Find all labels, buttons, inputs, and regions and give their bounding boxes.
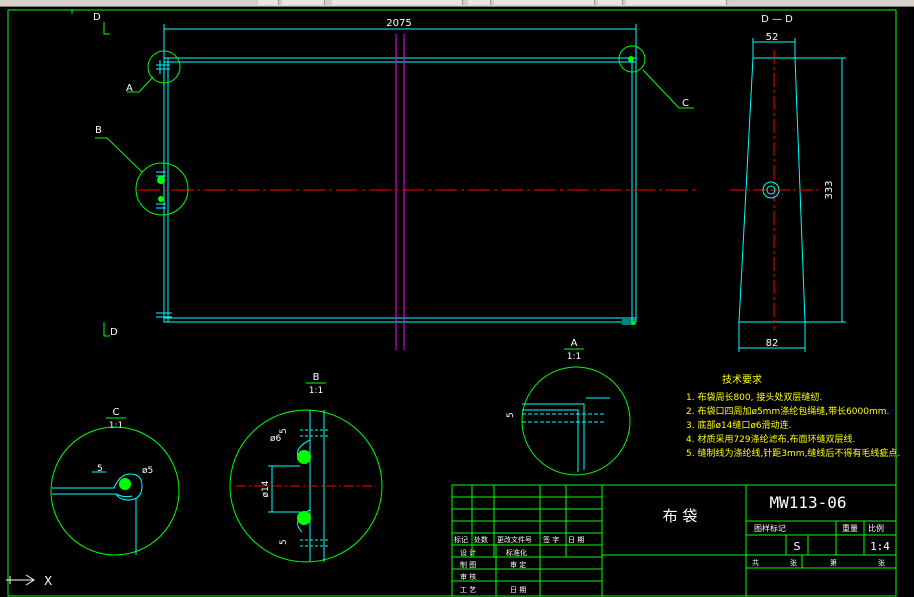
drawing-number: MW113-06 [769, 493, 846, 512]
weight-label: 重量 [842, 523, 858, 533]
section-label-top: D [93, 12, 101, 23]
bag-outline [163, 57, 637, 323]
detail-a-dim: 5 [506, 412, 516, 418]
sheet-unit-label: 张 [790, 558, 797, 567]
detail-a-stitch [522, 413, 606, 423]
callout-label-b: B [95, 125, 102, 136]
callout-label-c: C [682, 98, 689, 109]
detail-b-rivet [297, 511, 311, 525]
stage-value: S [794, 540, 801, 553]
sheet-unit2-label: 张 [878, 558, 885, 567]
detail-b-dim-hole: ø6 [270, 434, 282, 444]
detail-b-circle [229, 409, 383, 563]
detail-c: C 1:1 5 ø5 [50, 407, 180, 556]
sheet-no-label: 第 [830, 558, 837, 567]
detail-c-rivet [119, 478, 131, 490]
section-title: D — D [761, 14, 793, 25]
note-item: 3. 底部ø14缝口ø6滑动连. [686, 419, 792, 431]
note-item: 5. 缝制线为涤纶线,针距3mm,缝线后不得有毛线疵点. [686, 447, 900, 459]
rivet [631, 321, 635, 325]
rivet [157, 176, 165, 184]
drawing-canvas[interactable]: 2075 A B C D D D — D 52 333 82 C 1:1 5 ø… [0, 0, 914, 597]
part-name: 布 袋 [663, 507, 698, 525]
title-block: 标记 处数 更改文件号 签 字 日 期 设 计 制 图 审 核 工 艺 标准化 … [451, 484, 897, 597]
scale-value: 1:4 [870, 540, 890, 553]
overall-width-dim: 2075 [386, 18, 411, 29]
section-view: D — D 52 333 82 [730, 14, 846, 352]
note-item: 4. 材质采用729涤纶滤布,布面环缝双层线. [686, 433, 855, 445]
main-view: 2075 A B C D D [93, 12, 698, 350]
detail-b-scale: 1:1 [309, 386, 323, 396]
role-label: 审 核 [460, 572, 476, 581]
detail-b: B 1:1 ø14 ø6 5 5 [229, 372, 383, 563]
ucs-x-label: X [44, 574, 52, 588]
detail-b-rivet [297, 450, 311, 464]
role-label: 设 计 [460, 548, 476, 557]
detail-c-dim2: ø5 [142, 466, 153, 476]
detail-a: A 1:1 5 [506, 338, 631, 476]
role-label-right: 审 定 [510, 560, 526, 569]
rev-header: 日 期 [568, 536, 584, 544]
sheet-total-label: 共 [752, 558, 759, 567]
note-item: 2. 布袋口四周加ø5mm涤纶包绳缝,带长6000mm. [686, 405, 889, 417]
detail-c-dim1: 5 [97, 464, 103, 474]
section-marker-top [103, 22, 110, 35]
notes-title: 技术要求 [722, 373, 762, 386]
detail-b-dim-bottom: 5 [279, 539, 289, 545]
detail-a-scale: 1:1 [567, 352, 581, 362]
rev-header: 更改文件号 [497, 535, 532, 544]
detail-c-circle [50, 426, 180, 556]
section-dim-bottom: 82 [766, 338, 779, 349]
rev-header: 处数 [474, 535, 488, 544]
detail-a-label: A [571, 338, 578, 349]
role-label: 工 艺 [460, 586, 476, 594]
detail-b-label: B [313, 372, 320, 383]
callout-circle-b[interactable] [135, 162, 189, 216]
detail-a-circle [521, 366, 631, 476]
role-label: 制 图 [460, 560, 476, 569]
role-label-right: 标准化 [506, 548, 527, 557]
leader-b [95, 137, 143, 173]
section-dim-height: 333 [824, 180, 835, 199]
rev-header: 标记 [454, 535, 468, 544]
section-label-bottom: D [110, 327, 118, 338]
role-label-right: 日 期 [510, 586, 526, 594]
section-dim-top: 52 [766, 32, 779, 43]
tech-notes: 技术要求 1. 布袋周长800, 接头处双层缝纫. 2. 布袋口四周加ø5mm涤… [686, 373, 900, 459]
detail-b-dim-top: 5 [279, 428, 289, 434]
ucs-icon: X [6, 574, 52, 588]
detail-c-label: C [113, 407, 120, 418]
rivet [628, 56, 634, 62]
stage-label: 图样标记 [754, 523, 786, 533]
callout-label-a: A [126, 83, 133, 94]
note-item: 1. 布袋周长800, 接头处双层缝纫. [686, 391, 822, 403]
rivet [158, 196, 164, 202]
detail-b-dim-span: ø14 [261, 480, 271, 497]
rev-header: 签 字 [543, 535, 559, 544]
detail-c-scale: 1:1 [109, 421, 123, 431]
scale-label: 比例 [868, 523, 884, 533]
